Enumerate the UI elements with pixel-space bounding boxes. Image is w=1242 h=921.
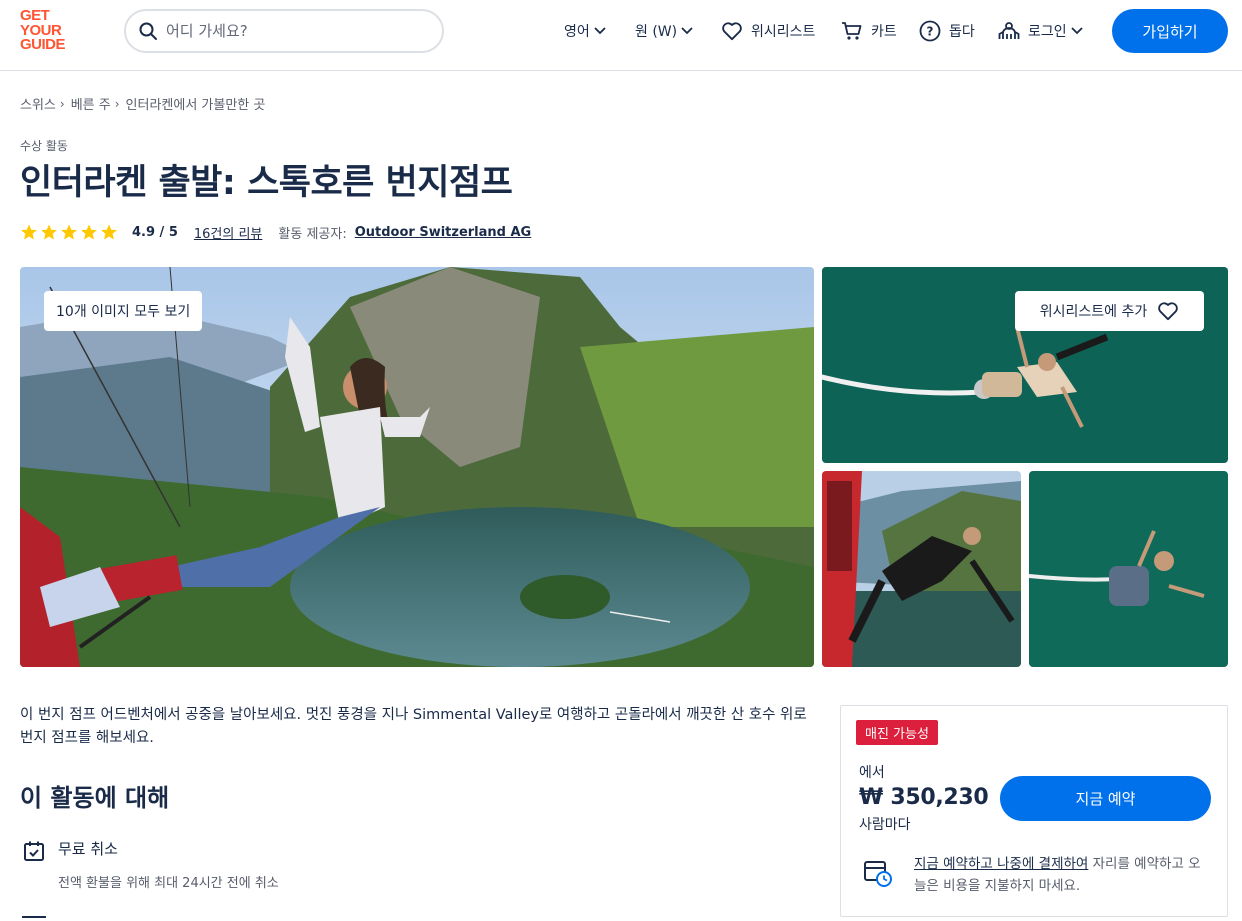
rating-row: 4.9 / 5 16건의 리뷰 활동 제공자: Outdoor Switzerl… [20,221,531,243]
reserve-now-pay-later-link[interactable]: 지금 예약하고 나중에 결제하여 [914,856,1088,872]
activity-summary: 이 번지 점프 어드벤처에서 공중을 날아보세요. 멋진 풍경을 지나 Simm… [20,707,807,746]
logo-line-3: GUIDE [20,36,66,53]
star-icon [101,224,117,240]
page-title: 인터라켄 출발: 스톡호른 번지점프 [20,163,513,203]
wishlist-link[interactable]: 위시리스트 [721,19,819,43]
login-menu[interactable]: 로그인 [998,19,1083,43]
breadcrumb-item-switzerland[interactable]: 스위스 [20,94,56,113]
wishlist-label: 위시리스트 [751,24,816,40]
search-input[interactable] [166,19,431,43]
search-bar[interactable] [124,9,444,53]
breadcrumb: 스위스 › 베른 주 › 인터라켄에서 가볼만한 곳 [20,94,266,114]
breadcrumb-separator: › [114,96,120,111]
cart-link[interactable]: 카트 [841,19,901,43]
help-label: 돕다 [949,24,975,40]
currency-selector[interactable]: 원 (W) [635,19,693,43]
star-icon [81,224,97,240]
price-value: ₩ 350,230 [859,785,989,810]
help-link[interactable]: ? 돕다 [919,19,979,43]
heart-icon [722,22,742,41]
search-icon [139,22,157,40]
signup-button[interactable]: 가입하기 [1112,9,1228,53]
cart-label: 카트 [871,24,897,40]
login-label: 로그인 [1028,24,1067,40]
star-icon [21,224,37,240]
calendar-clock-icon [864,861,892,887]
provider-label: 활동 제공자: [278,226,347,242]
reviews-link[interactable]: 16건의 리뷰 [194,223,263,242]
provider-link[interactable]: Outdoor Switzerland AG [355,225,532,240]
language-selector[interactable]: 영어 [564,19,606,43]
photo-aerial-jumper-rope[interactable] [1029,471,1228,667]
activity-category: 수상 활동 [20,139,68,153]
breadcrumb-separator: › [59,96,65,111]
feature-icon-partial [22,916,46,921]
user-group-icon [998,22,1020,39]
site-header: GET YOUR GUIDE 영어 원 (W) 위시리스트 카트 ? 돕다 로그… [0,0,1242,71]
getyourguide-logo[interactable]: GET YOUR GUIDE [20,8,78,55]
star-rating [20,223,118,241]
chevron-down-icon [1071,27,1083,35]
svg-text:?: ? [927,25,934,39]
cart-icon [842,22,862,40]
rating-value: 4.9 / 5 [132,224,178,240]
price-from-label: 에서 [859,765,885,781]
help-circle-icon: ? [919,20,941,42]
chevron-down-icon [681,27,693,35]
chevron-down-icon [594,27,606,35]
reserve-now-pay-later-text: 지금 예약하고 나중에 결제하여 자리를 예약하고 오늘은 비용을 지불하지 마… [914,853,1212,897]
price-per-person-label: 사람마다 [859,817,911,833]
star-icon [41,224,57,240]
heart-icon [1158,302,1179,321]
currency-label: 원 (W) [635,24,678,40]
language-label: 영어 [564,24,590,40]
calendar-check-icon [24,841,44,861]
feature-free-cancellation-desc: 전액 환불을 위해 최대 24시간 전에 취소 [58,876,279,891]
book-now-button[interactable]: 지금 예약 [1000,776,1211,821]
booking-panel: 매진 가능성 에서 ₩ 350,230 사람마다 지금 예약 지금 예약하고 나… [840,705,1228,917]
add-to-wishlist-button[interactable]: 위시리스트에 추가 [1015,291,1204,331]
breadcrumb-item-interlaken[interactable]: 인터라켄에서 가볼만한 곳 [126,94,266,113]
likely-to-sell-out-badge: 매진 가능성 [856,720,938,745]
add-to-wishlist-label: 위시리스트에 추가 [1039,304,1148,320]
feature-free-cancellation-title: 무료 취소 [58,840,118,858]
photo-jumper-from-gondola[interactable] [822,471,1021,667]
about-section-title: 이 활동에 대해 [20,784,170,812]
next-feature-partial [22,913,322,921]
star-icon [61,224,77,240]
view-all-images-button[interactable]: 10개 이미지 모두 보기 [44,291,203,331]
breadcrumb-item-bern[interactable]: 베른 주 [71,94,111,113]
